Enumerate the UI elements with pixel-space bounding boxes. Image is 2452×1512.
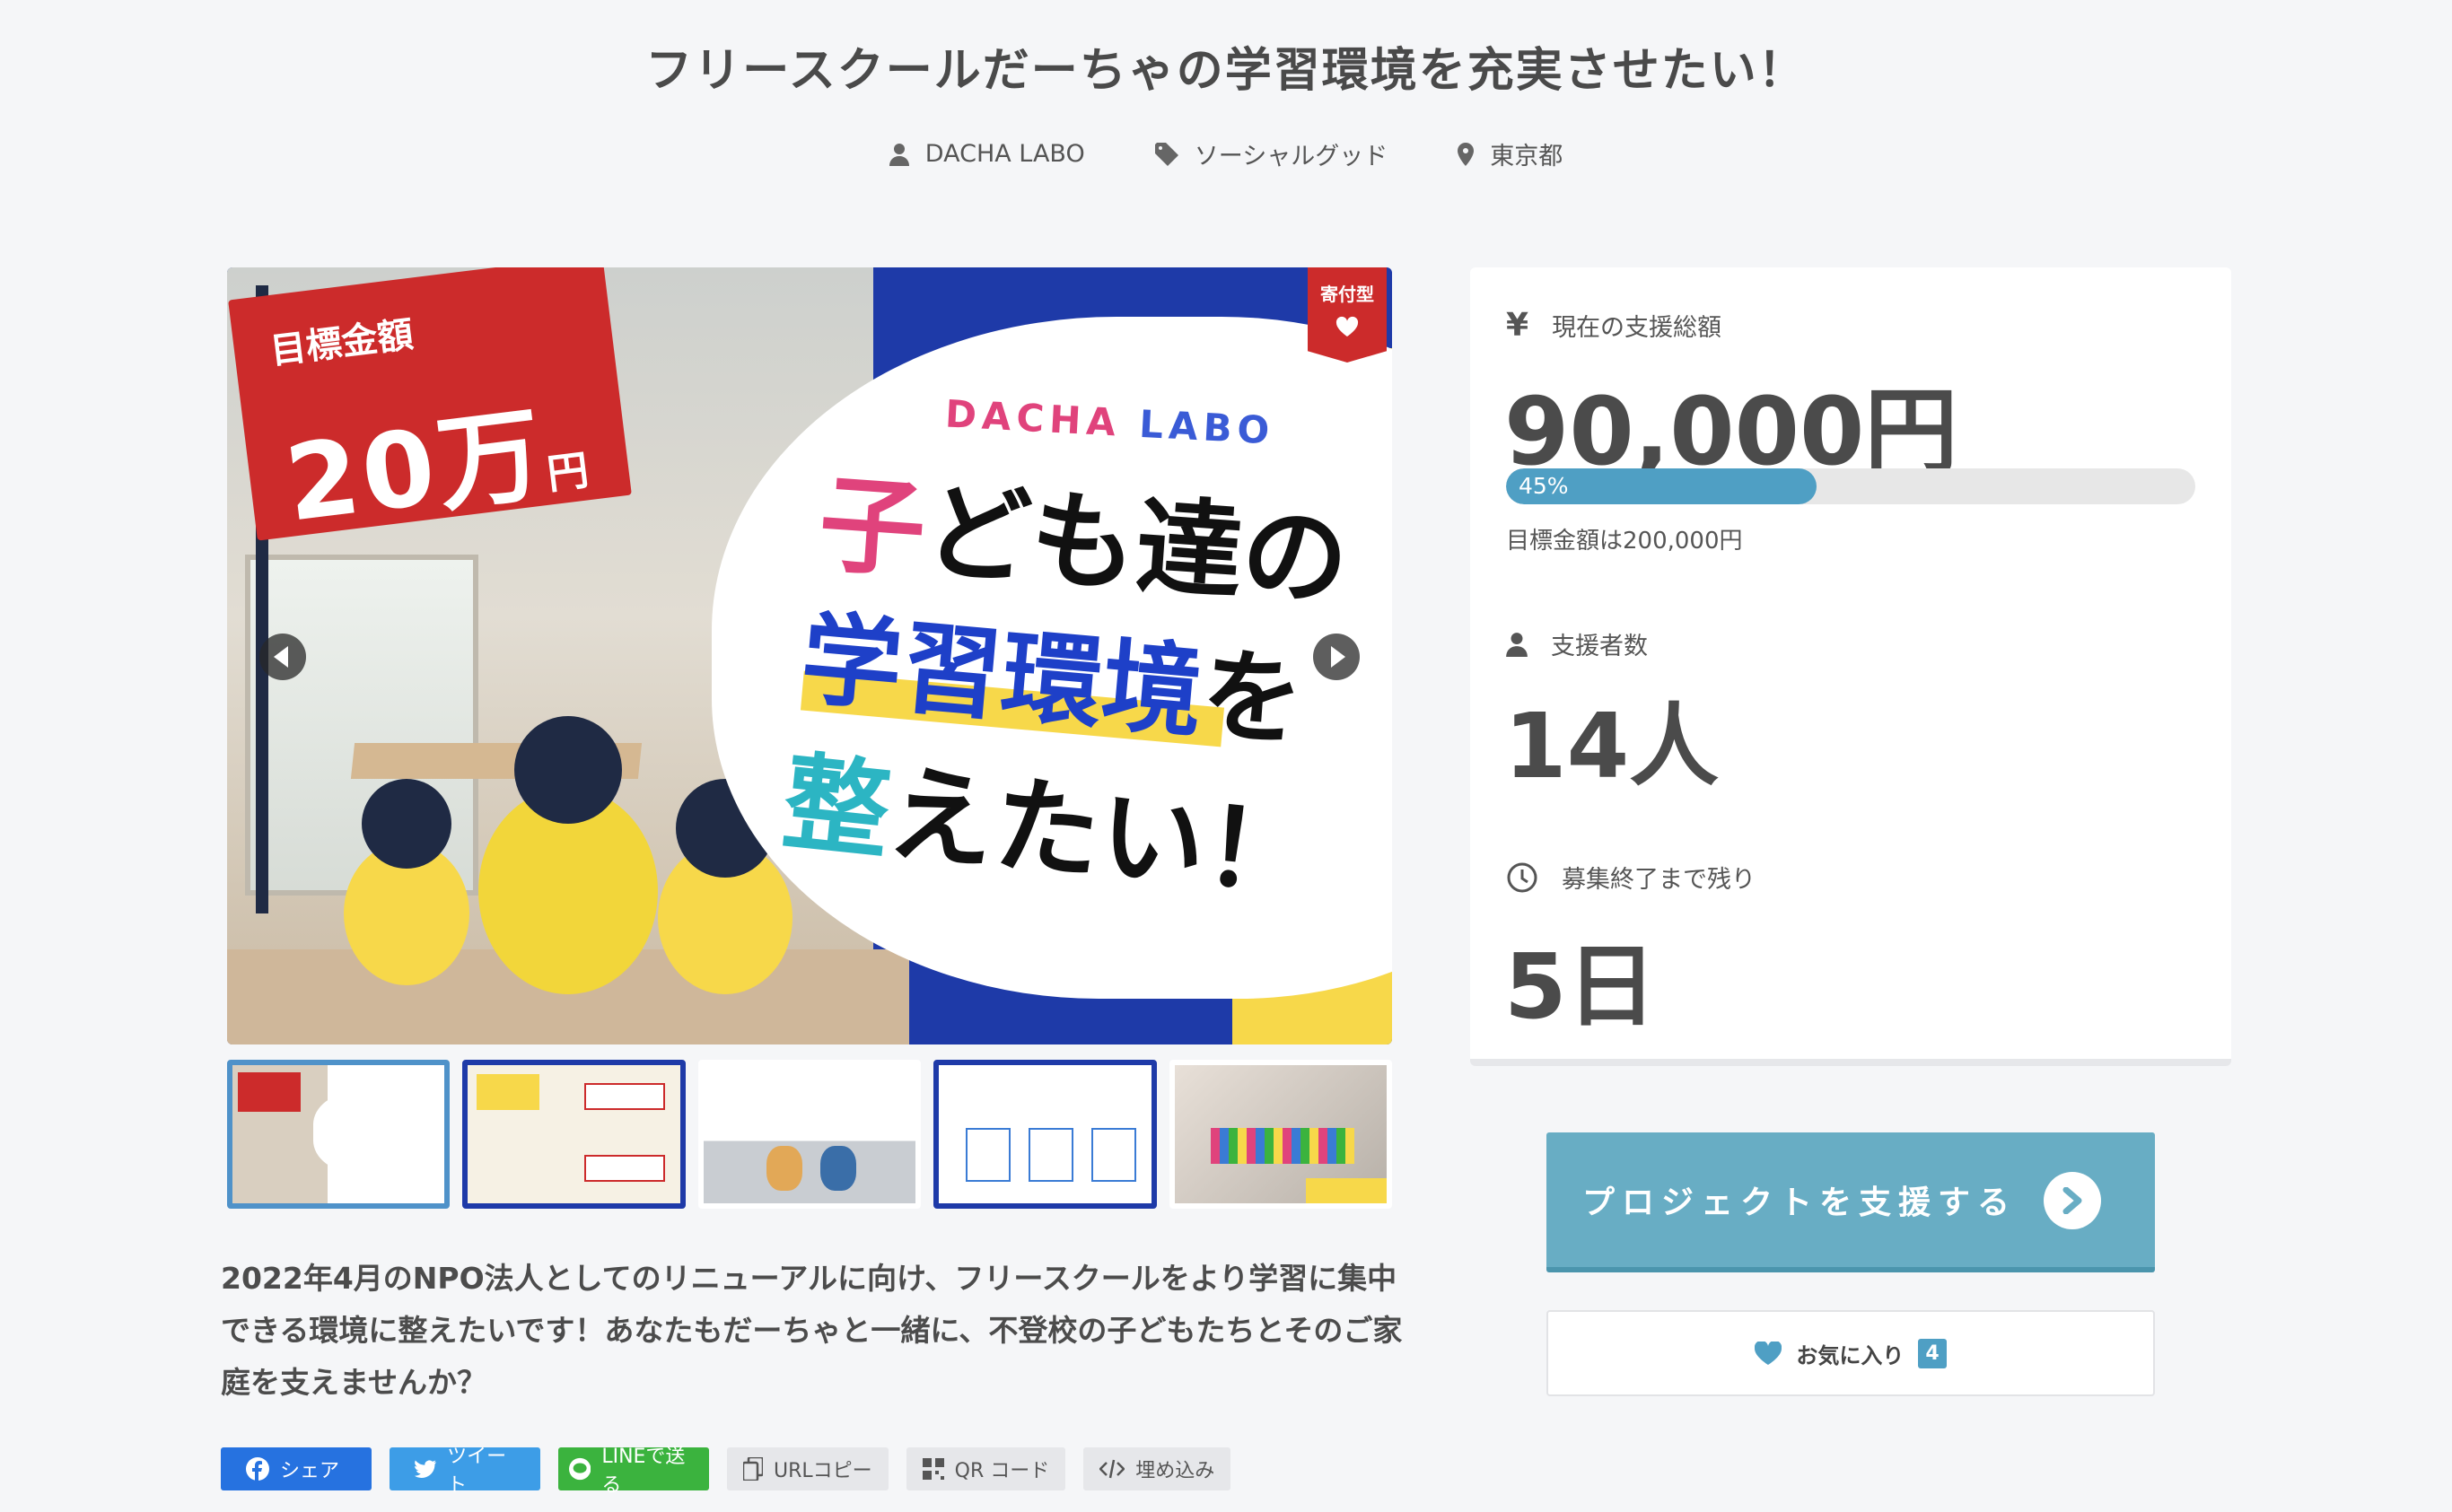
embed-label: 埋め込み — [1135, 1460, 1215, 1482]
child-head — [514, 716, 622, 824]
chevron-right-icon — [1331, 646, 1345, 668]
favorite-label: お気に入り — [1796, 1342, 1905, 1368]
amount-label-text: 現在の支援総額 — [1552, 314, 1722, 342]
yen-icon: ¥ — [1506, 307, 1529, 344]
line-icon — [569, 1457, 591, 1481]
map-pin-icon — [1458, 142, 1475, 166]
badge-label: 寄付型 — [1320, 284, 1374, 305]
twitter-label: ツイート — [447, 1446, 507, 1497]
amount-label: ¥ 現在の支援総額 — [1506, 307, 1721, 344]
line-label: LINEで送る — [601, 1446, 686, 1497]
location-name: 東京都 — [1490, 143, 1563, 170]
thumbnail-2[interactable] — [462, 1060, 686, 1209]
thumbnail-strip — [227, 1060, 1393, 1209]
heart-hand-icon — [1335, 316, 1359, 336]
donation-badge: 寄付型 — [1308, 267, 1387, 363]
remaining-label: 募集終了まで残り — [1506, 860, 1756, 895]
category-link[interactable]: ソーシャルグッド — [1154, 136, 1388, 171]
qr-code-label: QR コード — [954, 1460, 1050, 1482]
next-slide-button[interactable] — [1313, 634, 1360, 680]
facebook-icon — [246, 1457, 269, 1481]
favorite-button[interactable]: お気に入り 4 — [1546, 1310, 2155, 1396]
brand-right: LABO — [1138, 401, 1276, 453]
support-label: プロジェクトを支援する — [1582, 1184, 2018, 1221]
thumbnail-5[interactable] — [1169, 1060, 1393, 1209]
backers-label-text: 支援者数 — [1551, 633, 1648, 660]
goal-flag: 目標金額 20万円 — [228, 267, 632, 546]
facebook-share-button[interactable]: シェア — [221, 1447, 372, 1490]
remaining-value: 5日 — [1504, 934, 1657, 1039]
remaining-label-text: 募集終了まで残り — [1562, 866, 1756, 894]
user-icon — [1506, 632, 1528, 657]
code-icon — [1099, 1459, 1125, 1479]
project-description: 2022年4月のNPO法人としてのリニューアルに向け、フリースクールをより学習に… — [221, 1261, 1403, 1400]
thumbnail-4[interactable] — [933, 1060, 1157, 1209]
heart-icon — [1755, 1342, 1782, 1365]
child-head — [362, 779, 451, 869]
chevron-left-icon — [274, 646, 288, 668]
support-project-button[interactable]: プロジェクトを支援する — [1546, 1132, 2155, 1272]
flag-unit: 円 — [544, 444, 595, 499]
twitter-share-button[interactable]: ツイート — [390, 1446, 540, 1497]
qr-code-icon — [922, 1458, 944, 1480]
backers-value: 14人 — [1504, 694, 1720, 799]
hero-image[interactable]: 目標金額 20万円 DACHA LABO 子ども達の 学習環境を 整えたい！ 寄… — [227, 267, 1392, 1044]
url-copy-button[interactable]: URLコピー — [727, 1447, 889, 1490]
goal-amount: 目標金額は200,000円 — [1506, 528, 1743, 555]
share-bar: シェア ツイート LINEで送る URLコピー QR コード 埋め込み — [221, 1446, 1231, 1497]
location-link[interactable]: 東京都 — [1458, 136, 1563, 171]
author-name: DACHA LABO — [924, 140, 1085, 168]
chevron-right-icon — [2062, 1187, 2082, 1214]
hero-text-teal: 整 — [777, 739, 897, 875]
hero-text: を — [1196, 635, 1308, 762]
author-link[interactable]: DACHA LABO — [889, 136, 1085, 171]
thumbnail-1[interactable] — [227, 1060, 451, 1209]
flag-label: 目標金額 — [267, 313, 416, 373]
user-icon — [889, 143, 909, 166]
funding-stats-card: ¥ 現在の支援総額 90,000円 45% 目標金額は200,000円 支援者数… — [1470, 267, 2231, 1066]
thumbnail-3[interactable] — [697, 1060, 922, 1209]
facebook-label: シェア — [280, 1460, 340, 1482]
embed-button[interactable]: 埋め込み — [1083, 1447, 1231, 1490]
page-title: フリースクールだーちゃの学習環境を充実させたい！ — [645, 44, 1807, 98]
flag-amount-value: 20万 — [279, 393, 553, 546]
copy-icon — [743, 1457, 763, 1481]
project-meta: DACHA LABO ソーシャルグッド 東京都 — [0, 136, 2452, 171]
category-name: ソーシャルグッド — [1194, 143, 1388, 170]
tag-icon — [1154, 142, 1178, 166]
progress-fill: 45% — [1506, 468, 1817, 504]
funding-progress-bar: 45% — [1506, 468, 2195, 504]
line-share-button[interactable]: LINEで送る — [558, 1446, 709, 1497]
arrow-right-circle-icon — [2044, 1172, 2101, 1229]
brand-left: DACHA — [943, 391, 1123, 445]
clock-icon — [1507, 862, 1537, 892]
qr-code-button[interactable]: QR コード — [906, 1447, 1066, 1490]
url-copy-label: URLコピー — [774, 1460, 872, 1482]
twitter-icon — [415, 1460, 437, 1478]
backers-label: 支援者数 — [1506, 626, 1648, 661]
prev-slide-button[interactable] — [259, 634, 306, 680]
hero-text-pink: 子 — [815, 461, 930, 593]
favorite-count-badge: 4 — [1918, 1338, 1947, 1368]
